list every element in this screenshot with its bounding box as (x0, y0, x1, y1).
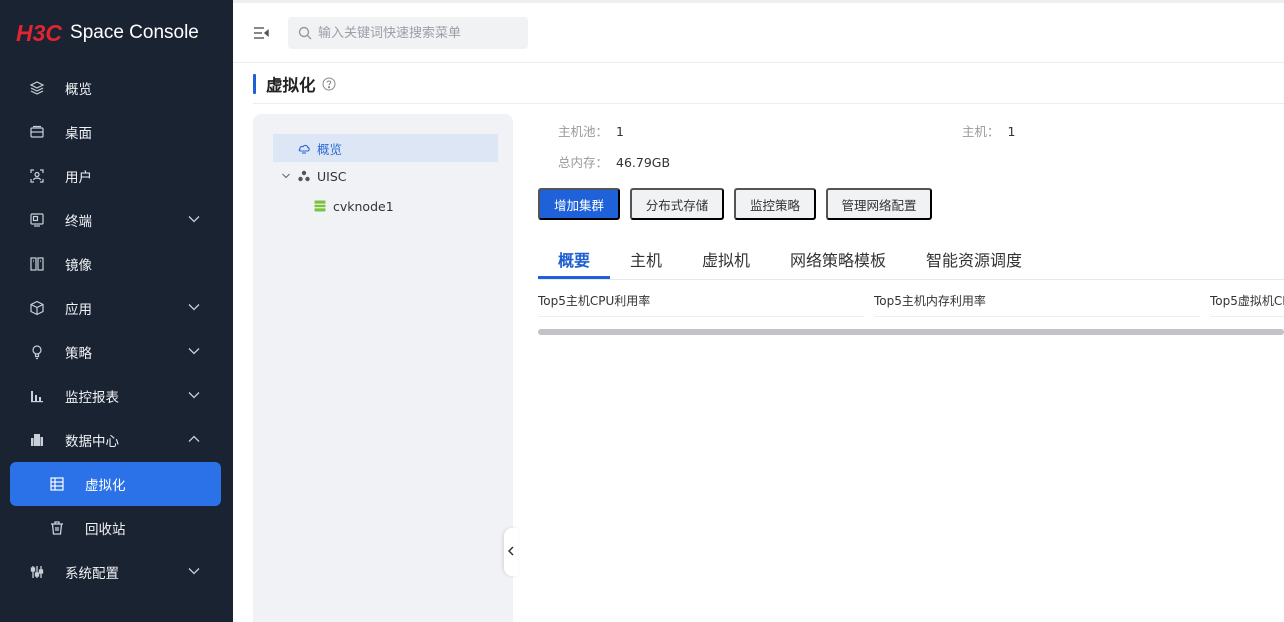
host-label: 主机： (962, 124, 1000, 139)
sidebar-item-system-config[interactable]: 系统配置 (0, 550, 233, 594)
h3c-logo: H3C (16, 19, 63, 46)
building-icon (28, 431, 46, 449)
host-value: 1 (1007, 124, 1016, 139)
page-header: 虚拟化 (253, 70, 336, 98)
distributed-storage-button[interactable]: 分布式存储 (630, 188, 724, 220)
sidebar-item-label: 终端 (65, 214, 92, 230)
trash-icon (48, 519, 66, 537)
scrollbar-thumb[interactable] (538, 329, 1284, 335)
host-pool-value: 1 (616, 124, 624, 139)
chevron-down-icon (187, 300, 201, 314)
tree-node-label: UISC (317, 168, 347, 184)
server-icon (48, 475, 66, 493)
chevron-up-icon (187, 432, 201, 446)
sidebar-item-label: 应用 (65, 302, 92, 318)
tree-node-label: cvknode1 (333, 198, 394, 214)
sidebar-item-apps[interactable]: 应用 (0, 286, 233, 330)
sidebar-item-user[interactable]: 用户 (0, 154, 233, 198)
layers-icon (28, 79, 46, 97)
sidebar-item-overview[interactable]: 概览 (0, 66, 233, 110)
top-bar (233, 0, 1284, 63)
top5-vm-cpu-title: Top5虚拟机CPU利用率 (1210, 294, 1284, 308)
sidebar-item-label: 虚拟化 (85, 478, 126, 494)
sidebar-item-monitor-report[interactable]: 监控报表 (0, 374, 233, 418)
sidebar-item-label: 用户 (65, 170, 92, 186)
active-tab-indicator (538, 276, 610, 279)
content-tabs: 概要 主机 虚拟机 网络策略模板 智能资源调度 (538, 238, 1284, 280)
cluster-icon (297, 169, 311, 183)
host-pool-stat: 主机池： 1 (558, 121, 624, 140)
memory-label: 总内存： (558, 155, 609, 170)
tree-collapse-handle[interactable] (504, 528, 518, 576)
cloud-icon (297, 141, 311, 155)
menu-search (288, 17, 528, 49)
box-icon (28, 299, 46, 317)
top5-host-memory-title: Top5主机内存利用率 (874, 294, 986, 308)
tree-node-overview[interactable]: 概览 (273, 134, 498, 162)
product-name: Space Console (70, 22, 199, 43)
bar-chart-icon (28, 387, 46, 405)
sliders-icon (28, 563, 46, 581)
chevron-down-icon (187, 212, 201, 226)
sidebar-item-datacenter[interactable]: 数据中心 (0, 418, 233, 462)
sidebar-item-label: 监控报表 (65, 390, 119, 406)
chevron-down-icon[interactable] (279, 169, 293, 183)
chevron-left-icon (507, 545, 515, 560)
header-divider (253, 103, 1284, 104)
sidebar-item-label: 策略 (65, 346, 92, 362)
chevron-down-icon (187, 344, 201, 358)
tree-node-uisc[interactable]: UISC (279, 162, 498, 190)
host-icon (313, 199, 327, 213)
bulb-icon (28, 343, 46, 361)
sidebar-item-label: 镜像 (65, 258, 92, 274)
add-cluster-button[interactable]: 增加集群 (538, 188, 620, 220)
sidebar-item-policy[interactable]: 策略 (0, 330, 233, 374)
sidebar-item-label: 概览 (65, 82, 92, 98)
page-title: 虚拟化 (266, 76, 316, 95)
tab-hosts[interactable]: 主机 (630, 238, 662, 280)
sidebar-item-label: 数据中心 (65, 434, 119, 450)
host-stat: 主机： 1 (962, 121, 1015, 140)
chevron-down-icon (187, 388, 201, 402)
memory-stat: 总内存： 46.79GB (558, 152, 670, 171)
desktop-icon (28, 123, 46, 141)
user-icon (28, 167, 46, 185)
tab-network-policy-templates[interactable]: 网络策略模板 (790, 238, 886, 280)
terminal-icon (28, 211, 46, 229)
sidebar-item-label: 回收站 (85, 522, 126, 538)
card-divider (538, 316, 864, 317)
help-icon[interactable] (322, 77, 336, 91)
title-accent-bar (253, 74, 256, 94)
search-input[interactable] (318, 25, 518, 41)
brand[interactable]: H3C Space Console (0, 0, 233, 66)
resource-tree-panel: 概览 UISC cvknode1 (253, 114, 513, 622)
tab-resource-scheduling[interactable]: 智能资源调度 (926, 238, 1022, 280)
sidebar-item-desktop[interactable]: 桌面 (0, 110, 233, 154)
image-icon (28, 255, 46, 273)
network-config-button[interactable]: 管理网络配置 (826, 188, 932, 220)
top5-host-cpu-title: Top5主机CPU利用率 (538, 294, 651, 308)
tree-node-cvknode1[interactable]: cvknode1 (313, 192, 498, 220)
host-pool-label: 主机池： (558, 124, 609, 139)
sidebar-menu: 概览 桌面 用户 终端 镜像 应用 策略 监控报表 数据中心 虚拟化 回收站 系… (0, 66, 233, 594)
sidebar-item-virtualization[interactable]: 虚拟化 (10, 462, 221, 506)
menu-collapse-icon[interactable] (253, 25, 269, 41)
memory-value: 46.79GB (616, 155, 671, 170)
sidebar-item-label: 桌面 (65, 126, 92, 142)
card-divider (874, 316, 1200, 317)
sidebar: H3C Space Console 概览 桌面 用户 终端 镜像 应用 策略 监… (0, 0, 233, 622)
chevron-down-icon (187, 564, 201, 578)
sidebar-item-label: 系统配置 (65, 566, 119, 582)
tab-summary[interactable]: 概要 (558, 238, 590, 280)
sidebar-item-image[interactable]: 镜像 (0, 242, 233, 286)
tree-node-label: 概览 (317, 141, 343, 157)
sidebar-item-recycle-bin[interactable]: 回收站 (0, 506, 233, 550)
tab-vms[interactable]: 虚拟机 (702, 238, 750, 280)
card-divider (1210, 316, 1284, 317)
monitor-policy-button[interactable]: 监控策略 (734, 188, 816, 220)
sidebar-item-terminal[interactable]: 终端 (0, 198, 233, 242)
horizontal-scrollbar[interactable] (538, 329, 1284, 335)
search-icon (298, 26, 312, 40)
